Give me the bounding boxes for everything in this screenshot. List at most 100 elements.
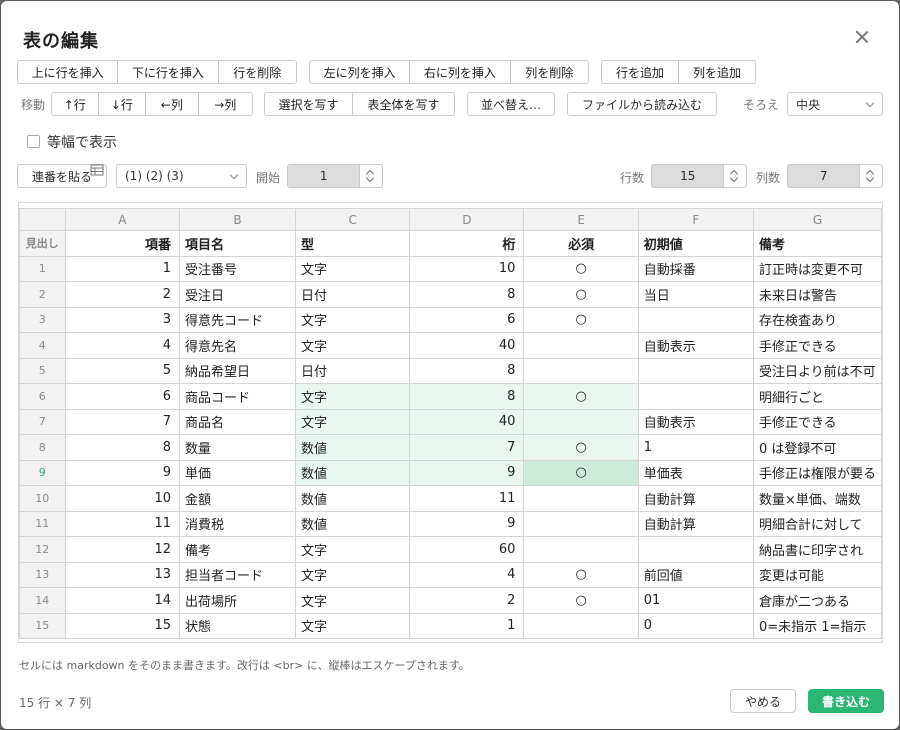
delete-col-button[interactable]: 列を削除 [511, 61, 588, 83]
column-header[interactable]: E [523, 208, 639, 231]
table-cell[interactable]: 5 [64, 357, 181, 384]
table-cell[interactable]: 文字 [295, 561, 411, 588]
table-cell[interactable]: 単価 [178, 459, 297, 486]
table-cell[interactable]: 0 は登録不可 [752, 434, 882, 461]
table-cell[interactable]: 自動表示 [637, 408, 754, 435]
table-cell[interactable]: 存在検査あり [752, 306, 882, 333]
table-cell[interactable]: 文字 [295, 612, 411, 639]
table-cell[interactable]: 数値 [295, 510, 411, 537]
table-cell[interactable]: 4 [64, 332, 181, 359]
table-cell[interactable]: 日付 [295, 357, 411, 384]
table-cell[interactable] [523, 510, 639, 537]
table-cell[interactable]: ○ [523, 255, 639, 282]
header-cell[interactable]: 備考 [752, 230, 882, 257]
table-cell[interactable]: 納品希望日 [178, 357, 297, 384]
header-cell[interactable]: 型 [295, 230, 411, 257]
table-cell[interactable]: 倉庫が二つある [752, 587, 882, 614]
table-cell[interactable] [637, 357, 754, 384]
table-cell[interactable]: 11 [64, 510, 181, 537]
copy-selection-button[interactable]: 選択を写す [265, 93, 354, 115]
table-cell[interactable]: 自動採番 [637, 255, 754, 282]
table-cell[interactable]: ○ [523, 561, 639, 588]
close-icon[interactable] [855, 30, 869, 44]
table-cell[interactable]: 6 [64, 383, 181, 410]
table-cell[interactable]: 文字 [295, 383, 411, 410]
table-cell[interactable] [523, 485, 639, 512]
paste-sequence-button[interactable]: 連番を貼る [17, 164, 107, 188]
table-cell[interactable]: 8 [409, 281, 525, 308]
row-header[interactable]: 8 [19, 434, 66, 461]
table-cell[interactable]: 11 [409, 485, 525, 512]
table-cell[interactable]: 自動表示 [637, 332, 754, 359]
table-cell[interactable]: 出荷場所 [178, 587, 297, 614]
table-cell[interactable]: 未来日は警告 [752, 281, 882, 308]
write-button[interactable]: 書き込む [808, 689, 884, 713]
insert-row-above-button[interactable]: 上に行を挿入 [18, 61, 119, 83]
stepper-arrows[interactable] [724, 165, 746, 187]
row-header[interactable]: 4 [19, 332, 66, 359]
table-cell[interactable]: ○ [523, 306, 639, 333]
table-cell[interactable]: 日付 [295, 281, 411, 308]
move-col-left-button[interactable]: ←列 [146, 93, 199, 115]
table-cell[interactable]: 受注日 [178, 281, 297, 308]
sort-button[interactable]: 並べ替え… [467, 92, 555, 116]
table-cell[interactable]: 変更は可能 [752, 561, 882, 588]
chevron-down-icon[interactable] [866, 173, 875, 183]
column-header[interactable]: F [637, 208, 754, 231]
table-cell[interactable]: ○ [523, 434, 639, 461]
table-cell[interactable]: 数値 [295, 459, 411, 486]
table-cell[interactable]: ○ [523, 459, 639, 486]
table-cell[interactable] [523, 357, 639, 384]
table-cell[interactable]: 訂正時は変更不可 [752, 255, 882, 282]
table-cell[interactable]: 0 [637, 612, 754, 639]
move-col-right-button[interactable]: →列 [199, 93, 252, 115]
header-cell[interactable]: 初期値 [637, 230, 754, 257]
table-cell[interactable]: 40 [409, 408, 525, 435]
chevron-down-icon[interactable] [366, 173, 375, 183]
row-header[interactable]: 5 [19, 357, 66, 384]
row-header[interactable]: 14 [19, 587, 66, 614]
row-header[interactable]: 12 [19, 536, 66, 563]
table-cell[interactable]: 商品コード [178, 383, 297, 410]
table-cell[interactable]: 1 [409, 612, 525, 639]
table-cell[interactable]: 自動計算 [637, 485, 754, 512]
table-cell[interactable]: 数値 [295, 485, 411, 512]
table-cell[interactable]: 14 [64, 587, 181, 614]
table-cell[interactable]: 文字 [295, 536, 411, 563]
table-cell[interactable] [523, 408, 639, 435]
rows-value[interactable]: 15 [652, 165, 725, 187]
table-cell[interactable]: 数量 [178, 434, 297, 461]
table-cell[interactable]: 状態 [178, 612, 297, 639]
table-cell[interactable] [523, 612, 639, 639]
table-cell[interactable]: 明細合計に対して [752, 510, 882, 537]
table-cell[interactable]: 受注番号 [178, 255, 297, 282]
column-header[interactable]: A [64, 208, 181, 231]
table-cell[interactable]: 8 [409, 383, 525, 410]
table-cell[interactable]: 文字 [295, 255, 411, 282]
table-cell[interactable]: 当日 [637, 281, 754, 308]
row-header[interactable]: 見出し [19, 230, 66, 257]
align-select[interactable]: 中央 [787, 92, 883, 116]
cols-stepper[interactable]: 7 [787, 164, 883, 188]
table-cell[interactable]: 40 [409, 332, 525, 359]
table-cell[interactable]: 備考 [178, 536, 297, 563]
table-cell[interactable]: 文字 [295, 332, 411, 359]
table-cell[interactable]: 8 [409, 357, 525, 384]
stepper-arrows[interactable] [860, 165, 882, 187]
cols-value[interactable]: 7 [788, 165, 861, 187]
table-cell[interactable]: 文字 [295, 587, 411, 614]
add-col-button[interactable]: 列を追加 [679, 61, 755, 83]
header-cell[interactable]: 桁 [409, 230, 525, 257]
table-cell[interactable]: 金額 [178, 485, 297, 512]
table-cell[interactable]: 手修正できる [752, 408, 882, 435]
table-cell[interactable]: 2 [409, 587, 525, 614]
header-cell[interactable]: 項番 [64, 230, 181, 257]
monospace-checkbox[interactable] [27, 135, 40, 148]
table-cell[interactable]: 6 [409, 306, 525, 333]
table-cell[interactable]: 得意先名 [178, 332, 297, 359]
table-cell[interactable] [523, 332, 639, 359]
corner-cell[interactable] [19, 208, 66, 231]
table-cell[interactable]: 手修正できる [752, 332, 882, 359]
table-cell[interactable]: 60 [409, 536, 525, 563]
table-cell[interactable]: 消費税 [178, 510, 297, 537]
